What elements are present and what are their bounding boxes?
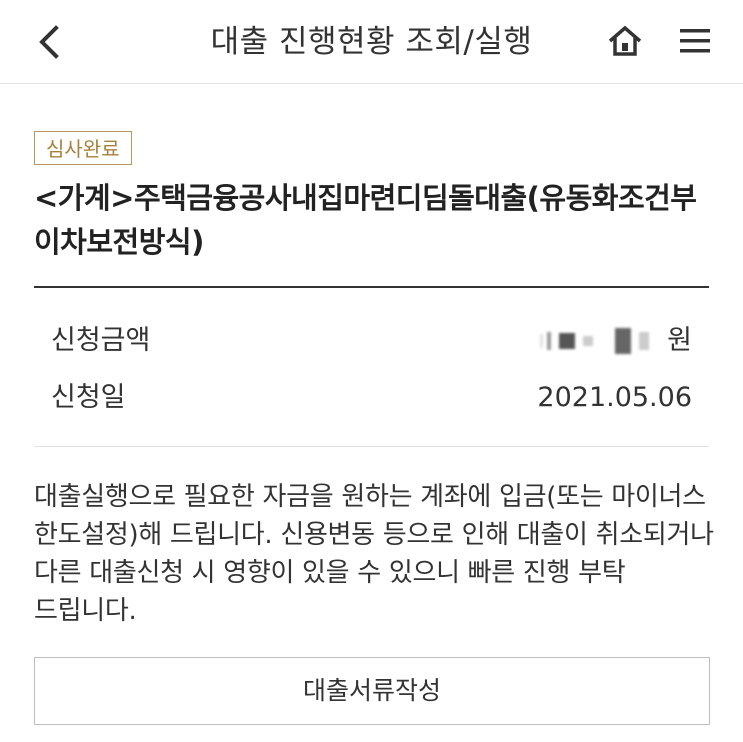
date-label: 신청일 [51,382,126,413]
home-icon [608,25,642,56]
section-divider [34,286,709,288]
info-row-date: 신청일 2021.05.06 [34,376,709,420]
loan-status-page: 대출 진행현황 조회/실행 심사완료 <가계>주택금융공사내집마련디딤돌대출(유… [0,0,743,742]
amount-value: 원 [540,319,692,363]
info-row-amount: 신청금액 원 [34,319,709,363]
date-value: 2021.05.06 [537,382,692,413]
menu-button[interactable] [670,16,720,66]
status-badge: 심사완료 [34,131,132,165]
section-divider-light [34,446,709,447]
hamburger-menu-icon [680,29,710,53]
home-button[interactable] [600,16,650,66]
amount-label: 신청금액 [51,325,151,356]
notice-text: 대출실행으로 필요한 자금을 원하는 계좌에 입금(또는 마이너스 한도설정)해… [34,482,714,626]
loan-product-title: <가계>주택금융공사내집마련디딤돌대출(유동화조건부 이차보전방식) [34,181,697,259]
app-header: 대출 진행현황 조회/실행 [0,0,743,84]
masked-amount [540,328,657,354]
loan-document-button[interactable]: 대출서류작성 [34,657,710,725]
currency-unit: 원 [667,325,692,356]
